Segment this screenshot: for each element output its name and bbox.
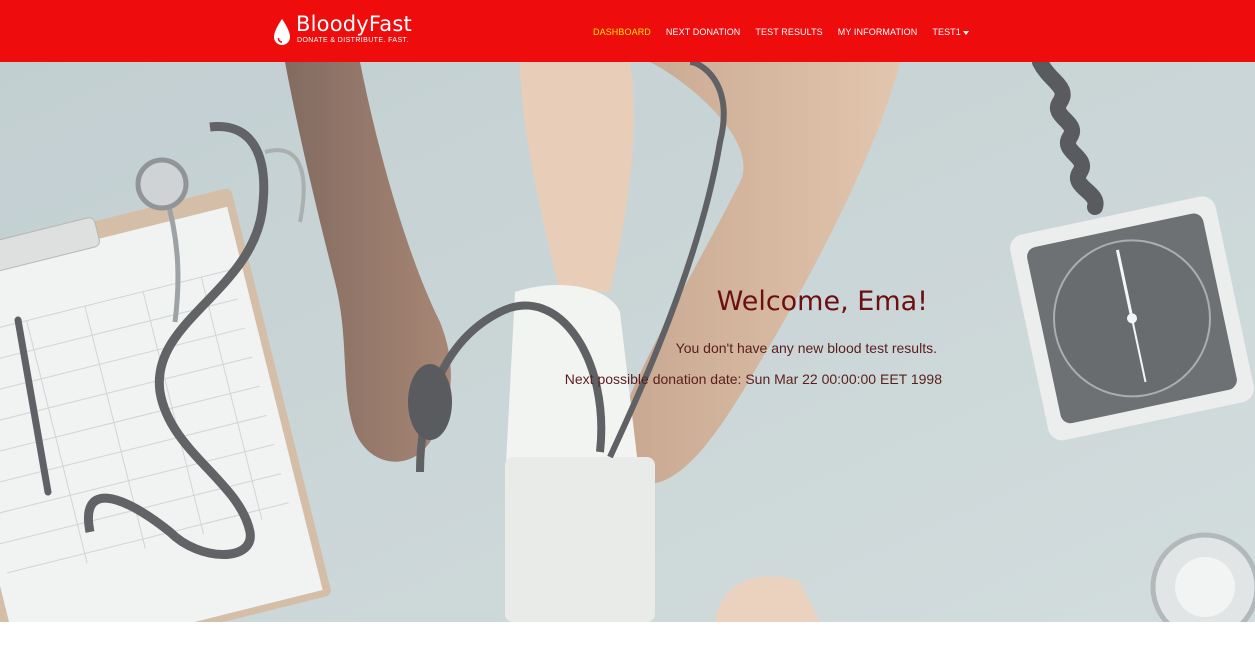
next-donation-message: Next possible donation date: Sun Mar 22 … <box>564 371 942 387</box>
hero-overlay <box>0 62 1255 622</box>
main-nav: DASHBOARD NEXT DONATION TEST RESULTS MY … <box>593 26 984 38</box>
brand-logo[interactable]: BloodyFast DONATE & DISTRIBUTE. FAST. <box>272 12 412 50</box>
user-menu-label: TEST1 <box>932 27 961 37</box>
page-bottom <box>0 622 1255 648</box>
brand-tagline: DONATE & DISTRIBUTE. FAST. <box>297 37 409 44</box>
nav-next-donation[interactable]: NEXT DONATION <box>666 26 740 38</box>
blood-drop-icon <box>274 19 290 45</box>
test-results-message: You don't have any new blood test result… <box>675 340 937 356</box>
nav-dashboard[interactable]: DASHBOARD <box>593 26 651 38</box>
hero-banner: Welcome, Ema! You don't have any new blo… <box>0 62 1255 622</box>
brand-name: BloodyFast <box>296 12 412 36</box>
caret-down-icon <box>962 30 969 35</box>
nav-user-menu[interactable]: TEST1 <box>932 26 969 38</box>
welcome-heading: Welcome, Ema! <box>716 286 928 317</box>
top-navbar: BloodyFast DONATE & DISTRIBUTE. FAST. DA… <box>0 0 1255 62</box>
brand-text: BloodyFast DONATE & DISTRIBUTE. FAST. <box>296 12 412 45</box>
nav-my-information[interactable]: MY INFORMATION <box>838 26 918 38</box>
nav-test-results[interactable]: TEST RESULTS <box>755 26 822 38</box>
